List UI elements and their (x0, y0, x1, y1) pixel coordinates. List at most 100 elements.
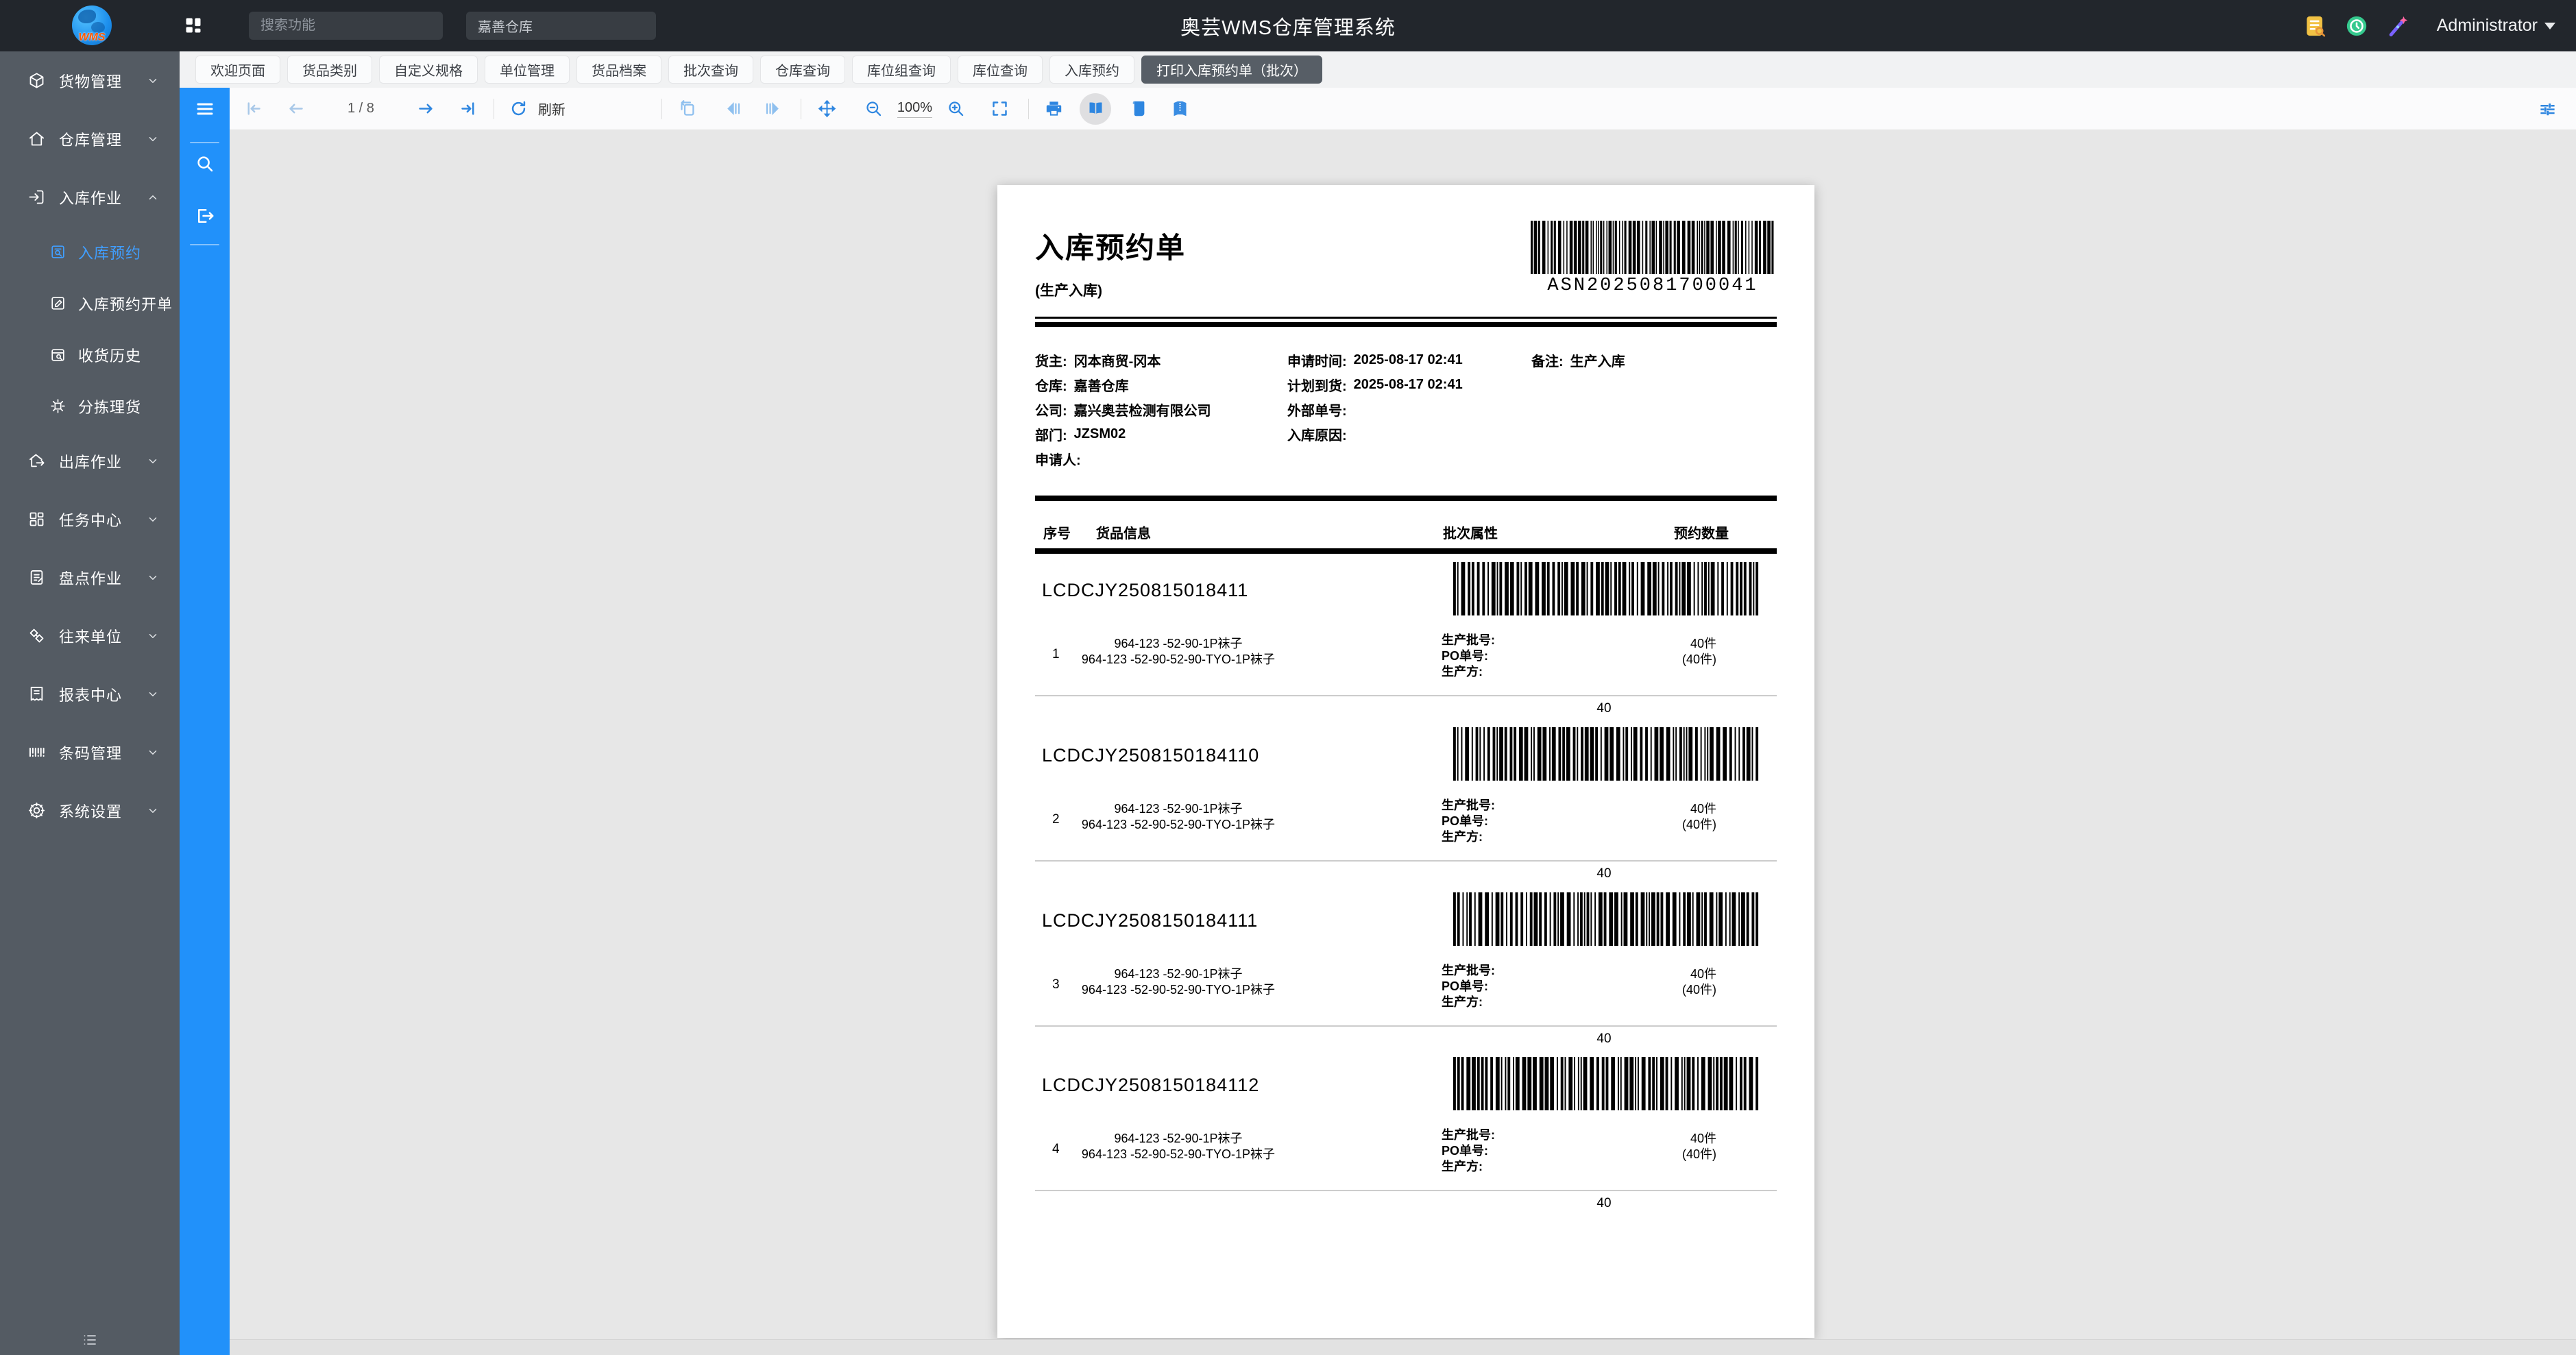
pan-tool-button[interactable] (814, 95, 841, 123)
row-seq: 1 (1052, 647, 1060, 662)
next-view-button[interactable] (760, 95, 787, 123)
chevron-down-icon (147, 455, 159, 467)
tab-location-group-query[interactable]: 库位组查询 (852, 56, 951, 84)
item-barcode (1453, 562, 1760, 615)
batch-attrs: 生产批号: PO单号: 生产方: (1442, 1127, 1495, 1175)
sidebar-nav: 货物管理 仓库管理 入库作业 入库预约 入库预约开单 收货历史 分拣理 (0, 51, 180, 1355)
horizontal-scrollbar[interactable] (230, 1339, 2576, 1355)
applicant-label: 申请人: (1035, 449, 1081, 469)
sidebar-toggle-button[interactable] (180, 88, 230, 130)
apply-time-value: 2025-08-17 02:41 (1354, 352, 1463, 368)
table-row: LCDCJY250815018411 1 964-123 -52-90-1P袜子… (1035, 562, 1777, 727)
sidebar-item-label: 仓库管理 (59, 128, 122, 150)
next-page-button[interactable] (413, 95, 440, 123)
sidebar-item-task-center[interactable]: 任务中心 (0, 490, 180, 548)
sidebar-item-inbound-reservation-billing[interactable]: 入库预约开单 (0, 278, 180, 329)
sidebar-item-sorting-tally[interactable]: 分拣理货 (0, 380, 180, 432)
chevron-down-icon (147, 746, 159, 759)
toolbar-settings-sliders-icon[interactable] (2534, 95, 2561, 123)
first-page-button[interactable] (239, 95, 267, 123)
reserved-qty: 40件 (40件) (1682, 636, 1716, 668)
item-code: LCDCJY2508150184110 (1042, 745, 1259, 766)
sidebar-item-receiving-history[interactable]: 收货历史 (0, 329, 180, 380)
batch-label: 生产方: (1442, 829, 1495, 845)
sidebar-item-report-center[interactable]: 报表中心 (0, 665, 180, 723)
last-page-button[interactable] (455, 95, 483, 123)
tab-batch-query[interactable]: 批次查询 (668, 56, 753, 84)
sidebar-item-partners[interactable]: 往来单位 (0, 607, 180, 665)
tab-inbound-reservation[interactable]: 入库预约 (1049, 56, 1134, 84)
goods-name-line: 964-123 -52-90-1P袜子 (1065, 636, 1291, 652)
tab-location-query[interactable]: 库位查询 (958, 56, 1043, 84)
book-view-button[interactable] (1080, 93, 1111, 125)
rotate-page-button[interactable] (675, 95, 702, 123)
divider (1035, 496, 1777, 501)
notes-search-icon[interactable] (2304, 14, 2327, 38)
company-label: 公司: (1035, 400, 1067, 419)
item-code: LCDCJY250815018411 (1042, 580, 1248, 601)
batch-label: PO单号: (1442, 1143, 1495, 1159)
divider (1035, 1025, 1777, 1027)
scroll-view-button[interactable] (1125, 95, 1152, 123)
tab-goods-category[interactable]: 货品类别 (287, 56, 372, 84)
remark-label: 备注: (1531, 350, 1564, 370)
sidebar-item-inbound-reservation[interactable]: 入库预约 (0, 226, 180, 278)
doc-subtitle: (生产入库) (1035, 280, 1102, 300)
qty-note: (40件) (1682, 982, 1716, 998)
sidebar-item-stocktake-ops[interactable]: 盘点作业 (0, 548, 180, 607)
prev-view-button[interactable] (720, 95, 747, 123)
sidebar-item-barcode-mgmt[interactable]: 条码管理 (0, 723, 180, 781)
tab-custom-spec[interactable]: 自定义规格 (379, 56, 478, 84)
reserved-qty: 40件 (40件) (1682, 1131, 1716, 1162)
batch-label: 生产批号: (1442, 633, 1495, 648)
sidebar-item-label: 系统设置 (59, 800, 122, 822)
export-icon[interactable] (180, 206, 230, 226)
row-sum: 40 (1577, 1196, 1631, 1211)
top-bar: WMS 奥芸WMS仓库管理系统 Administrator (0, 0, 2576, 51)
tab-goods-archive[interactable]: 货品档案 (576, 56, 661, 84)
goods-name-line: 964-123 -52-90-52-90-TYO-1P袜子 (1065, 652, 1291, 668)
refresh-button[interactable] (505, 95, 533, 123)
search-icon[interactable] (180, 154, 230, 174)
magic-wand-icon[interactable] (2386, 14, 2409, 38)
item-code: LCDCJY2508150184111 (1042, 910, 1258, 931)
sidebar-item-goods-mgmt[interactable]: 货物管理 (0, 51, 180, 110)
fit-screen-button[interactable] (986, 95, 1013, 123)
sidebar-item-warehouse-mgmt[interactable]: 仓库管理 (0, 110, 180, 168)
batch-label: PO单号: (1442, 979, 1495, 994)
user-menu[interactable]: Administrator (2437, 16, 2555, 36)
qty-value: 40件 (1682, 801, 1716, 817)
zoom-level[interactable]: 100% (897, 100, 932, 118)
clock-icon[interactable] (2345, 14, 2368, 38)
table-row: LCDCJY2508150184112 4 964-123 -52-90-1P袜… (1035, 1057, 1777, 1222)
topbar-actions: Administrator (2304, 0, 2555, 51)
chevron-down-icon (147, 513, 159, 526)
sidebar-collapse-list-icon[interactable] (0, 1332, 180, 1348)
table-header-row: 序号 货品信息 批次属性 预约数量 (1035, 522, 1777, 543)
zoom-out-button[interactable] (860, 95, 888, 123)
print-button[interactable] (1040, 95, 1067, 123)
row-seq: 4 (1052, 1142, 1060, 1157)
tab-unit-mgmt[interactable]: 单位管理 (485, 56, 570, 84)
sidebar-item-label: 出库作业 (59, 450, 122, 472)
prev-page-button[interactable] (282, 95, 309, 123)
tasks-grid-icon (27, 510, 46, 528)
tab-print-inbound-reservation[interactable]: 打印入库预约单（批次） (1141, 56, 1322, 84)
zoom-in-button[interactable] (942, 95, 969, 123)
sidebar-item-label: 货物管理 (59, 70, 122, 92)
row-sum: 40 (1577, 866, 1631, 881)
sidebar-item-inbound-ops[interactable]: 入库作业 (0, 168, 180, 226)
sidebar-item-system-settings[interactable]: 系统设置 (0, 781, 180, 840)
divider (1035, 695, 1777, 696)
facing-pages-button[interactable] (1166, 95, 1193, 123)
table-row: LCDCJY2508150184111 3 964-123 -52-90-1P袜… (1035, 892, 1777, 1058)
item-barcode (1453, 727, 1760, 781)
refresh-label[interactable]: 刷新 (538, 99, 566, 119)
divider (661, 99, 662, 119)
row-seq: 3 (1052, 977, 1060, 992)
reserved-qty: 40件 (40件) (1682, 966, 1716, 998)
tab-welcome[interactable]: 欢迎页面 (195, 56, 280, 84)
tab-warehouse-query[interactable]: 仓库查询 (760, 56, 845, 84)
batch-attrs: 生产批号: PO单号: 生产方: (1442, 963, 1495, 1010)
sidebar-item-outbound-ops[interactable]: 出库作业 (0, 432, 180, 490)
